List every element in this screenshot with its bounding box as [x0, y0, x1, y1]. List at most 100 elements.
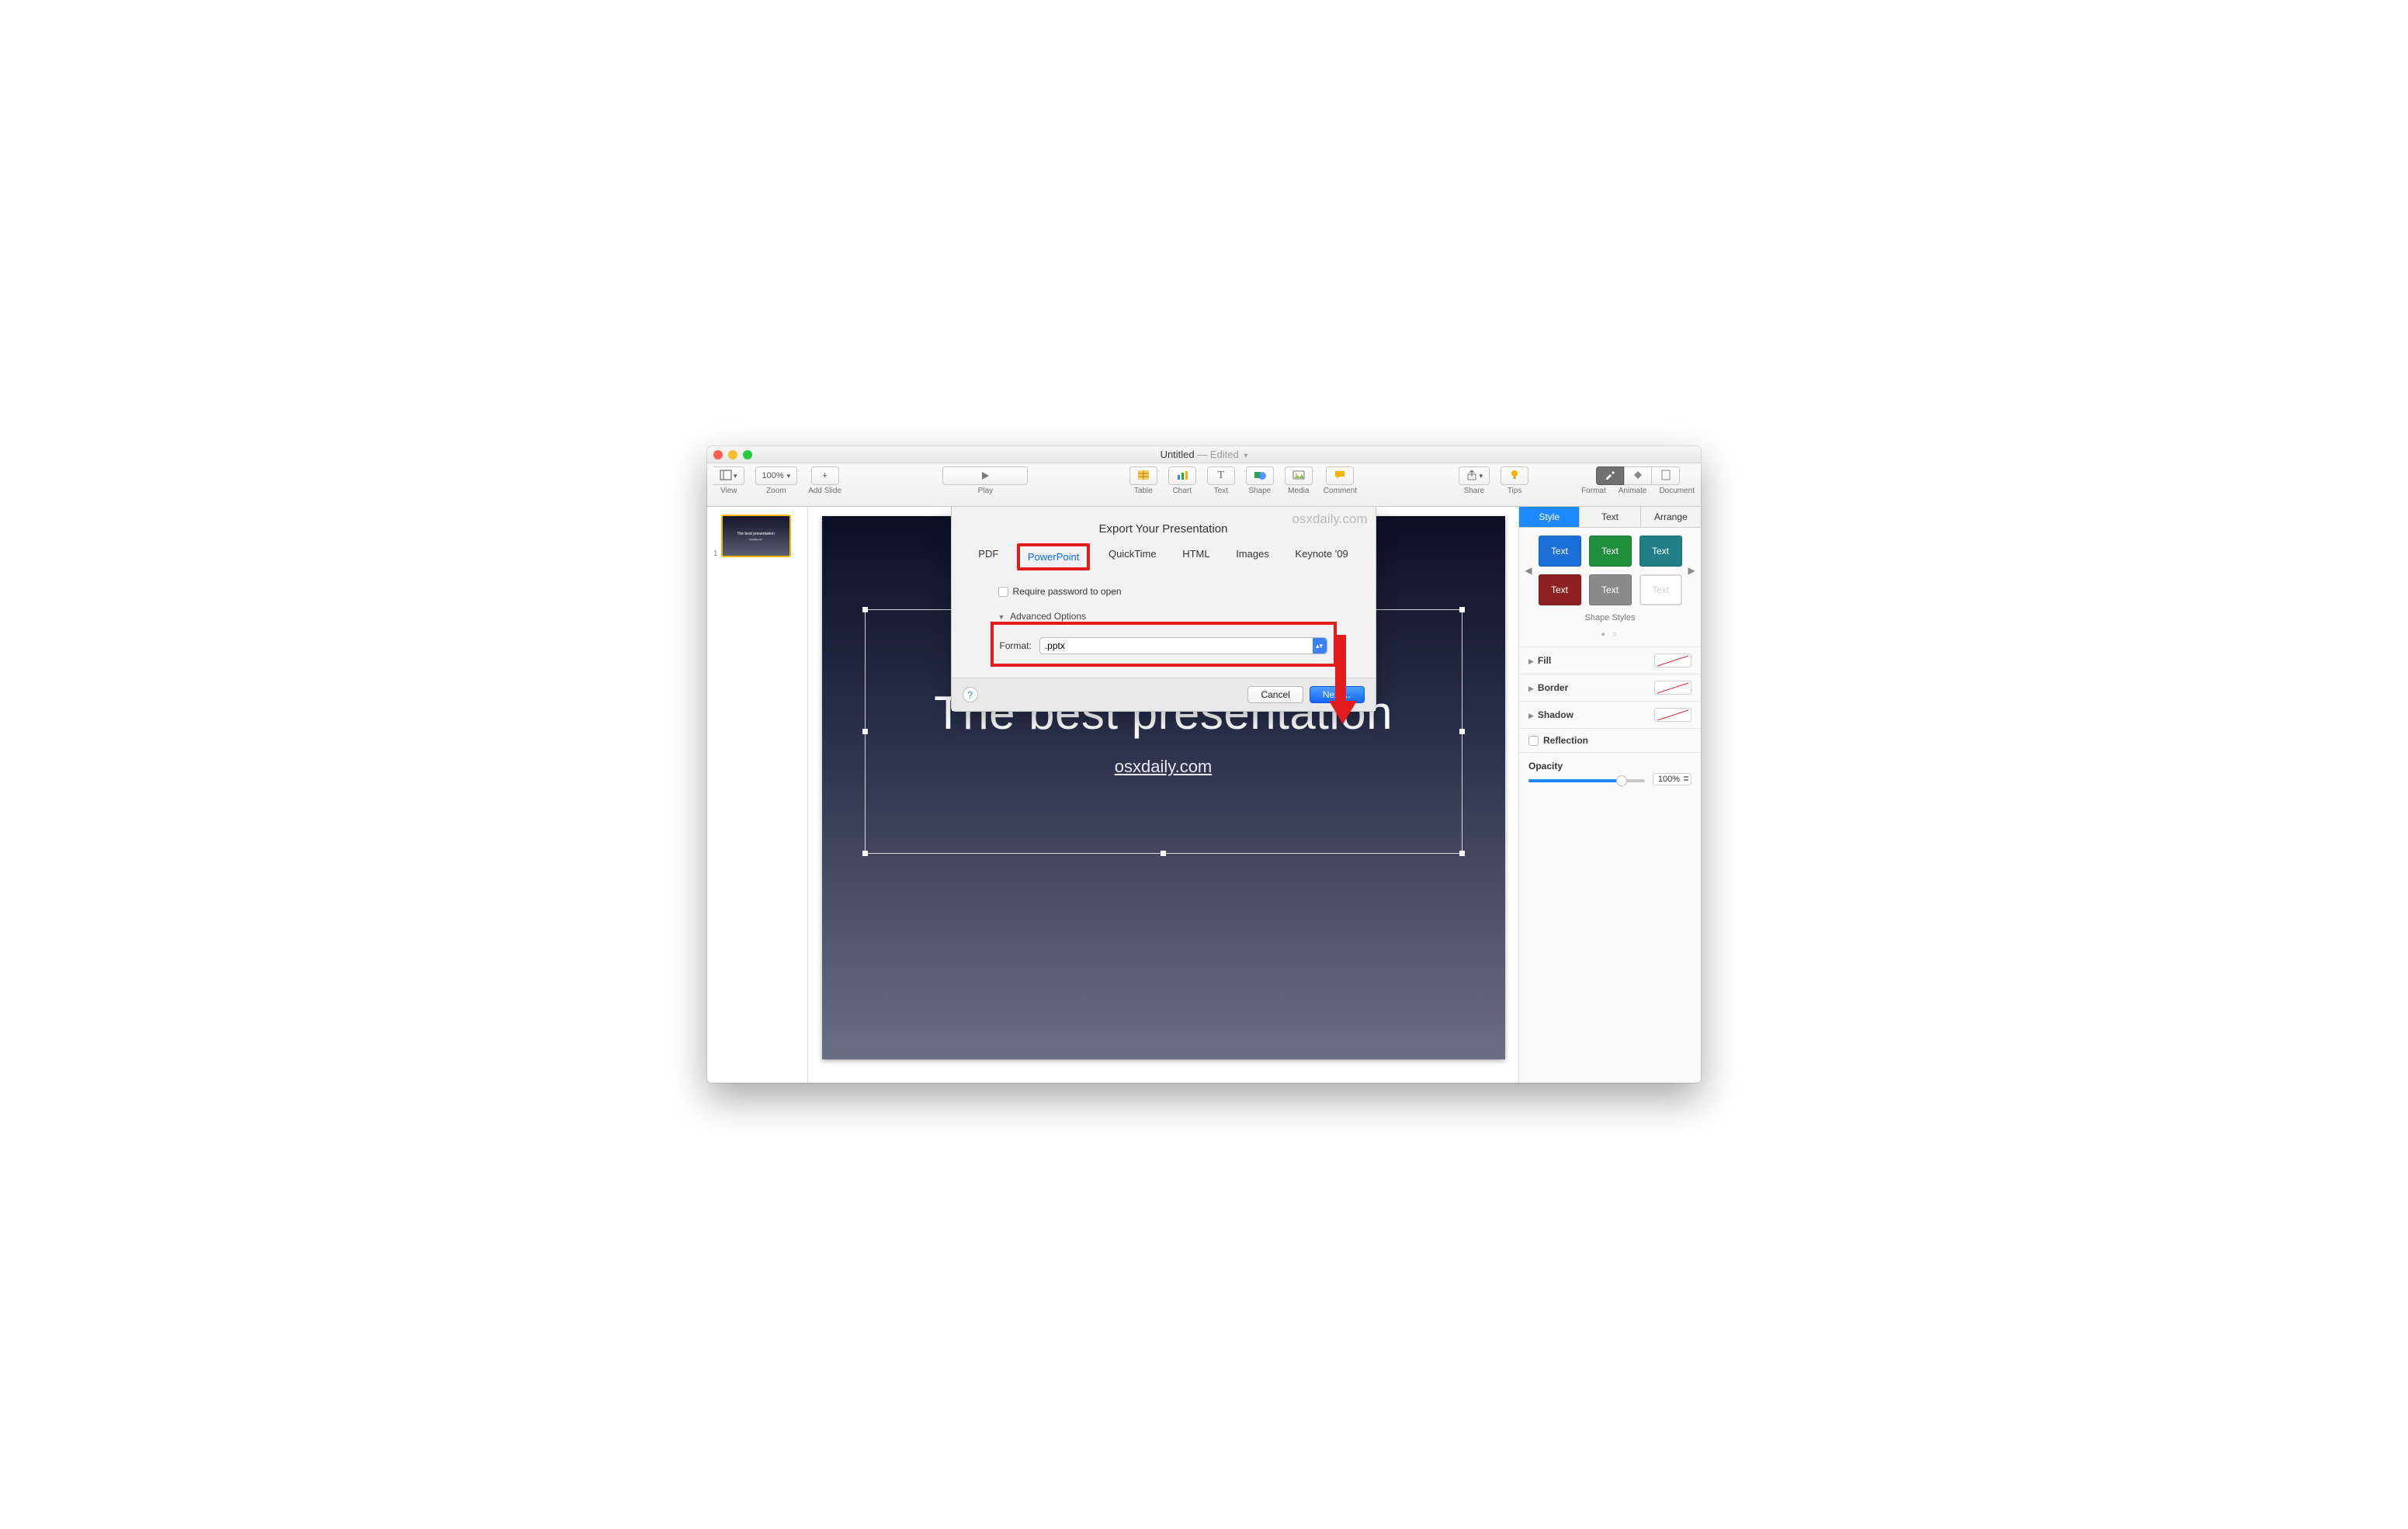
shadow-row[interactable]: ▶Shadow — [1519, 701, 1701, 728]
swatch-label: Text — [1652, 584, 1669, 595]
export-tab-pdf[interactable]: PDF — [970, 543, 1006, 570]
chevron-down-icon: ▾ — [1241, 452, 1247, 460]
view-label: View — [720, 487, 737, 495]
minimize-window-button[interactable] — [728, 450, 737, 459]
plus-icon: + — [822, 471, 827, 480]
annotation-arrow-icon — [1329, 635, 1352, 728]
style-swatch[interactable]: Text — [1639, 536, 1682, 567]
resize-handle[interactable] — [1459, 607, 1465, 612]
slide-thumbnail[interactable]: The best presentation osxdaily.com — [721, 515, 791, 557]
document-label: Document — [1659, 487, 1695, 495]
resize-handle[interactable] — [862, 729, 868, 734]
body: 1 The best presentation osxdaily.com — [707, 507, 1701, 1083]
slide-subtitle-text[interactable]: osxdaily.com — [1115, 757, 1213, 777]
table-button[interactable] — [1129, 466, 1157, 485]
styles-next-button[interactable]: ▶ — [1687, 565, 1697, 576]
media-button[interactable] — [1285, 466, 1313, 485]
border-swatch[interactable] — [1654, 681, 1691, 695]
styles-prev-button[interactable]: ◀ — [1523, 565, 1533, 576]
help-button[interactable]: ? — [963, 687, 978, 702]
titlebar: Untitled — Edited ▾ — [707, 446, 1701, 463]
document-title[interactable]: Untitled — Edited ▾ — [707, 449, 1701, 460]
inspector-tab-style[interactable]: Style — [1519, 507, 1580, 527]
shape-button[interactable] — [1246, 466, 1274, 485]
chart-label: Chart — [1173, 487, 1192, 495]
fullscreen-window-button[interactable] — [743, 450, 752, 459]
opacity-section: Opacity 100% — [1519, 752, 1701, 795]
border-row[interactable]: ▶Border — [1519, 674, 1701, 701]
animate-inspector-button[interactable] — [1624, 466, 1652, 485]
document-inspector-button[interactable] — [1652, 466, 1680, 485]
cancel-button[interactable]: Cancel — [1247, 686, 1303, 703]
style-swatch[interactable]: Text — [1539, 574, 1581, 605]
zoom-select[interactable]: 100% ▾ — [755, 466, 798, 485]
slide-index: 1 — [713, 515, 718, 558]
border-label: Border — [1538, 682, 1568, 693]
advanced-options-toggle[interactable]: ▼ Advanced Options — [998, 611, 1329, 622]
play-icon — [980, 471, 990, 480]
inspector-tab-text[interactable]: Text — [1580, 507, 1640, 527]
shadow-swatch[interactable] — [1654, 708, 1691, 722]
share-button[interactable]: ▾ — [1459, 466, 1490, 485]
view-button[interactable]: ▾ — [713, 466, 744, 485]
chart-button[interactable] — [1168, 466, 1196, 485]
export-tab-html[interactable]: HTML — [1175, 543, 1217, 570]
format-select[interactable]: .pptx ▴▾ — [1039, 637, 1327, 654]
tips-button[interactable] — [1501, 466, 1528, 485]
comment-icon — [1334, 470, 1346, 483]
disclosure-triangle-icon: ▼ — [998, 613, 1005, 621]
inspector-tab-arrange[interactable]: Arrange — [1641, 507, 1701, 527]
style-swatch[interactable]: Text — [1539, 536, 1581, 567]
text-icon: T — [1218, 470, 1225, 482]
text-button[interactable]: T — [1207, 466, 1235, 485]
add-slide-button[interactable]: + — [811, 466, 839, 485]
shape-label: Shape — [1248, 487, 1271, 495]
resize-handle[interactable] — [1459, 851, 1465, 856]
format-label: Format: — [1000, 640, 1032, 651]
swatch-label: Text — [1551, 546, 1568, 556]
view-icon — [720, 470, 732, 483]
resize-handle[interactable] — [1459, 729, 1465, 734]
style-swatch[interactable]: Text — [1639, 574, 1682, 605]
require-password-checkbox[interactable] — [998, 587, 1008, 597]
share-icon — [1466, 470, 1478, 483]
comment-button[interactable] — [1326, 466, 1354, 485]
fill-row[interactable]: ▶ Fill — [1519, 647, 1701, 674]
play-button[interactable] — [942, 466, 1028, 485]
format-label: Format — [1581, 487, 1606, 495]
export-tab-keynote09[interactable]: Keynote '09 — [1287, 543, 1355, 570]
reflection-checkbox[interactable] — [1528, 736, 1539, 746]
fill-label: Fill — [1538, 655, 1551, 666]
close-window-button[interactable] — [713, 450, 723, 459]
resize-handle[interactable] — [1161, 851, 1166, 856]
share-label: Share — [1463, 487, 1484, 495]
canvas[interactable]: The best presentation osxdaily.com osxda… — [808, 507, 1518, 1083]
app-window: Untitled — Edited ▾ ▾ View 100% ▾ Zoom — [707, 446, 1701, 1083]
chevron-down-icon: ▾ — [1480, 472, 1483, 480]
annotation-highlight: Format: .pptx ▴▾ — [991, 622, 1337, 667]
disclosure-triangle-icon: ▶ — [1528, 657, 1534, 665]
advanced-options-label: Advanced Options — [1010, 611, 1086, 622]
export-tab-quicktime[interactable]: QuickTime — [1101, 543, 1164, 570]
format-inspector-button[interactable] — [1596, 466, 1624, 485]
swatch-label: Text — [1652, 546, 1669, 556]
slide-navigator: 1 The best presentation osxdaily.com — [707, 507, 808, 1083]
opacity-slider[interactable] — [1528, 779, 1645, 782]
window-controls — [713, 450, 752, 459]
swatch-label: Text — [1601, 584, 1619, 595]
style-swatch[interactable]: Text — [1589, 574, 1632, 605]
swatch-label: Text — [1551, 584, 1568, 595]
reflection-row: Reflection — [1519, 728, 1701, 752]
resize-handle[interactable] — [862, 851, 868, 856]
opacity-value-field[interactable]: 100% — [1653, 773, 1691, 785]
slider-knob[interactable] — [1616, 775, 1627, 786]
resize-handle[interactable] — [862, 607, 868, 612]
thumb-title: The best presentation — [737, 532, 774, 536]
slide-thumbnail-row[interactable]: 1 The best presentation osxdaily.com — [713, 515, 801, 558]
fill-swatch[interactable] — [1654, 654, 1691, 667]
export-tab-images[interactable]: Images — [1228, 543, 1277, 570]
thumb-subtitle: osxdaily.com — [749, 538, 762, 541]
style-swatch[interactable]: Text — [1589, 536, 1632, 567]
export-tab-powerpoint[interactable]: PowerPoint — [1017, 543, 1090, 570]
format-value: .pptx — [1045, 640, 1065, 651]
